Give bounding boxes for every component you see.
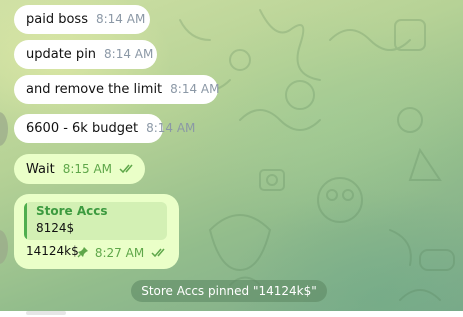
message-time: 8:15 AM [62, 162, 113, 176]
bottom-bar [0, 311, 463, 317]
message-bubble[interactable]: and remove the limit 8:14 AM [14, 75, 220, 104]
reply-quote-bar [24, 202, 27, 240]
pin-icon [77, 247, 88, 258]
double-check-icon [119, 164, 133, 173]
chat-window: paid boss 8:14 AM update pin 8:14 AM and r… [0, 0, 463, 317]
service-message-pinned[interactable]: Store Accs pinned "14124k$" [131, 280, 327, 302]
bottom-bar-fragment [26, 311, 66, 315]
message-text: and remove the limit [26, 82, 163, 97]
message-time: 8:14 AM [104, 47, 154, 61]
message-meta: 8:27 AM [77, 246, 169, 260]
reply-quote[interactable]: Store Accs 8124$ [24, 202, 167, 240]
message-text: update pin [26, 47, 97, 62]
message-text: Wait [26, 162, 55, 177]
message-bubble[interactable]: 6600 - 6k budget 8:14 AM [14, 114, 195, 143]
message-time: 8:27 AM [94, 246, 145, 260]
message-bubble[interactable]: Wait 8:15 AM [14, 154, 145, 184]
reply-quote-name: Store Accs [36, 204, 108, 218]
message-time: 8:14 AM [170, 82, 220, 96]
double-check-icon [151, 248, 165, 257]
message-time: 8:14 AM [95, 12, 146, 26]
message-text: paid boss [26, 12, 88, 27]
message-bubble[interactable]: update pin 8:14 AM [14, 40, 157, 69]
message-time: 8:14 AM [146, 121, 196, 135]
message-bubble[interactable]: Store Accs 8124$ 14124k$ 8:27 AM [14, 194, 179, 269]
message-bubble[interactable]: paid boss 8:14 AM [14, 5, 150, 34]
message-text: 14124k$ [26, 244, 79, 258]
reply-quote-text: 8124$ [36, 221, 75, 235]
message-text: 6600 - 6k budget [26, 121, 139, 136]
